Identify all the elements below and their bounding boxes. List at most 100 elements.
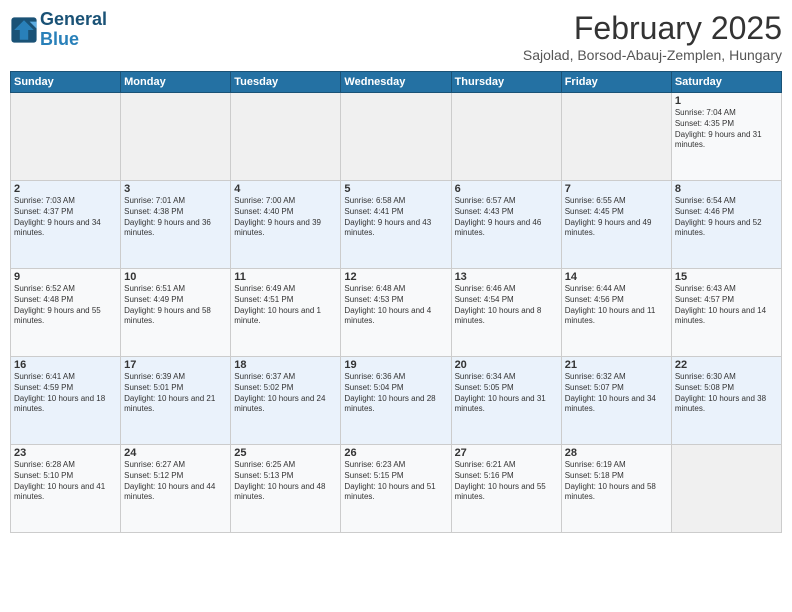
week-row: 16Sunrise: 6:41 AM Sunset: 4:59 PM Dayli… (11, 357, 782, 445)
day-number: 14 (565, 271, 668, 283)
day-info: Sunrise: 6:37 AM Sunset: 5:02 PM Dayligh… (234, 372, 337, 415)
week-row: 23Sunrise: 6:28 AM Sunset: 5:10 PM Dayli… (11, 445, 782, 533)
calendar-cell: 27Sunrise: 6:21 AM Sunset: 5:16 PM Dayli… (451, 445, 561, 533)
day-info: Sunrise: 6:49 AM Sunset: 4:51 PM Dayligh… (234, 284, 337, 327)
day-number: 26 (344, 447, 447, 459)
day-number: 19 (344, 359, 447, 371)
calendar-cell: 9Sunrise: 6:52 AM Sunset: 4:48 PM Daylig… (11, 269, 121, 357)
calendar-cell: 19Sunrise: 6:36 AM Sunset: 5:04 PM Dayli… (341, 357, 451, 445)
day-info: Sunrise: 6:30 AM Sunset: 5:08 PM Dayligh… (675, 372, 778, 415)
calendar-cell: 24Sunrise: 6:27 AM Sunset: 5:12 PM Dayli… (121, 445, 231, 533)
calendar-cell: 22Sunrise: 6:30 AM Sunset: 5:08 PM Dayli… (671, 357, 781, 445)
day-number: 12 (344, 271, 447, 283)
day-number: 24 (124, 447, 227, 459)
subtitle: Sajolad, Borsod-Abauj-Zemplen, Hungary (523, 47, 782, 63)
day-info: Sunrise: 6:39 AM Sunset: 5:01 PM Dayligh… (124, 372, 227, 415)
calendar-cell (341, 93, 451, 181)
calendar-cell: 5Sunrise: 6:58 AM Sunset: 4:41 PM Daylig… (341, 181, 451, 269)
day-info: Sunrise: 6:27 AM Sunset: 5:12 PM Dayligh… (124, 460, 227, 503)
day-number: 27 (455, 447, 558, 459)
day-number: 28 (565, 447, 668, 459)
logo-text: General Blue (40, 10, 107, 50)
calendar-cell: 11Sunrise: 6:49 AM Sunset: 4:51 PM Dayli… (231, 269, 341, 357)
day-info: Sunrise: 6:21 AM Sunset: 5:16 PM Dayligh… (455, 460, 558, 503)
title-block: February 2025 Sajolad, Borsod-Abauj-Zemp… (523, 10, 782, 63)
calendar-cell: 26Sunrise: 6:23 AM Sunset: 5:15 PM Dayli… (341, 445, 451, 533)
calendar-cell: 8Sunrise: 6:54 AM Sunset: 4:46 PM Daylig… (671, 181, 781, 269)
calendar-cell: 12Sunrise: 6:48 AM Sunset: 4:53 PM Dayli… (341, 269, 451, 357)
day-number: 8 (675, 183, 778, 195)
day-number: 3 (124, 183, 227, 195)
day-number: 6 (455, 183, 558, 195)
day-number: 20 (455, 359, 558, 371)
day-info: Sunrise: 6:46 AM Sunset: 4:54 PM Dayligh… (455, 284, 558, 327)
day-number: 2 (14, 183, 117, 195)
day-number: 21 (565, 359, 668, 371)
day-info: Sunrise: 6:28 AM Sunset: 5:10 PM Dayligh… (14, 460, 117, 503)
day-info: Sunrise: 6:54 AM Sunset: 4:46 PM Dayligh… (675, 196, 778, 239)
weekday-header: Thursday (451, 72, 561, 93)
day-number: 22 (675, 359, 778, 371)
day-info: Sunrise: 7:00 AM Sunset: 4:40 PM Dayligh… (234, 196, 337, 239)
day-info: Sunrise: 6:57 AM Sunset: 4:43 PM Dayligh… (455, 196, 558, 239)
calendar-cell: 25Sunrise: 6:25 AM Sunset: 5:13 PM Dayli… (231, 445, 341, 533)
calendar-cell (561, 93, 671, 181)
day-number: 13 (455, 271, 558, 283)
weekday-header-row: SundayMondayTuesdayWednesdayThursdayFrid… (11, 72, 782, 93)
day-info: Sunrise: 6:55 AM Sunset: 4:45 PM Dayligh… (565, 196, 668, 239)
day-info: Sunrise: 6:32 AM Sunset: 5:07 PM Dayligh… (565, 372, 668, 415)
calendar-cell: 23Sunrise: 6:28 AM Sunset: 5:10 PM Dayli… (11, 445, 121, 533)
day-info: Sunrise: 7:03 AM Sunset: 4:37 PM Dayligh… (14, 196, 117, 239)
calendar-cell: 17Sunrise: 6:39 AM Sunset: 5:01 PM Dayli… (121, 357, 231, 445)
page: General Blue February 2025 Sajolad, Bors… (0, 0, 792, 612)
day-info: Sunrise: 6:58 AM Sunset: 4:41 PM Dayligh… (344, 196, 447, 239)
calendar-cell: 14Sunrise: 6:44 AM Sunset: 4:56 PM Dayli… (561, 269, 671, 357)
day-info: Sunrise: 6:51 AM Sunset: 4:49 PM Dayligh… (124, 284, 227, 327)
day-number: 25 (234, 447, 337, 459)
day-info: Sunrise: 6:43 AM Sunset: 4:57 PM Dayligh… (675, 284, 778, 327)
calendar-cell: 3Sunrise: 7:01 AM Sunset: 4:38 PM Daylig… (121, 181, 231, 269)
calendar: SundayMondayTuesdayWednesdayThursdayFrid… (10, 71, 782, 533)
day-info: Sunrise: 7:04 AM Sunset: 4:35 PM Dayligh… (675, 108, 778, 151)
day-info: Sunrise: 6:34 AM Sunset: 5:05 PM Dayligh… (455, 372, 558, 415)
weekday-header: Sunday (11, 72, 121, 93)
day-number: 23 (14, 447, 117, 459)
header: General Blue February 2025 Sajolad, Bors… (10, 10, 782, 63)
day-info: Sunrise: 7:01 AM Sunset: 4:38 PM Dayligh… (124, 196, 227, 239)
weekday-header: Tuesday (231, 72, 341, 93)
day-number: 10 (124, 271, 227, 283)
calendar-cell: 2Sunrise: 7:03 AM Sunset: 4:37 PM Daylig… (11, 181, 121, 269)
calendar-cell: 18Sunrise: 6:37 AM Sunset: 5:02 PM Dayli… (231, 357, 341, 445)
calendar-cell (671, 445, 781, 533)
calendar-cell: 20Sunrise: 6:34 AM Sunset: 5:05 PM Dayli… (451, 357, 561, 445)
day-number: 1 (675, 95, 778, 107)
main-title: February 2025 (523, 10, 782, 47)
day-info: Sunrise: 6:48 AM Sunset: 4:53 PM Dayligh… (344, 284, 447, 327)
day-number: 18 (234, 359, 337, 371)
calendar-cell: 21Sunrise: 6:32 AM Sunset: 5:07 PM Dayli… (561, 357, 671, 445)
calendar-cell (121, 93, 231, 181)
calendar-cell: 15Sunrise: 6:43 AM Sunset: 4:57 PM Dayli… (671, 269, 781, 357)
calendar-cell: 7Sunrise: 6:55 AM Sunset: 4:45 PM Daylig… (561, 181, 671, 269)
calendar-cell: 4Sunrise: 7:00 AM Sunset: 4:40 PM Daylig… (231, 181, 341, 269)
day-info: Sunrise: 6:41 AM Sunset: 4:59 PM Dayligh… (14, 372, 117, 415)
calendar-cell: 28Sunrise: 6:19 AM Sunset: 5:18 PM Dayli… (561, 445, 671, 533)
logo: General Blue (10, 10, 107, 50)
day-info: Sunrise: 6:36 AM Sunset: 5:04 PM Dayligh… (344, 372, 447, 415)
calendar-cell: 6Sunrise: 6:57 AM Sunset: 4:43 PM Daylig… (451, 181, 561, 269)
week-row: 2Sunrise: 7:03 AM Sunset: 4:37 PM Daylig… (11, 181, 782, 269)
day-number: 15 (675, 271, 778, 283)
calendar-cell: 13Sunrise: 6:46 AM Sunset: 4:54 PM Dayli… (451, 269, 561, 357)
day-info: Sunrise: 6:25 AM Sunset: 5:13 PM Dayligh… (234, 460, 337, 503)
weekday-header: Friday (561, 72, 671, 93)
day-info: Sunrise: 6:19 AM Sunset: 5:18 PM Dayligh… (565, 460, 668, 503)
calendar-cell (451, 93, 561, 181)
day-info: Sunrise: 6:52 AM Sunset: 4:48 PM Dayligh… (14, 284, 117, 327)
weekday-header: Saturday (671, 72, 781, 93)
calendar-cell: 1Sunrise: 7:04 AM Sunset: 4:35 PM Daylig… (671, 93, 781, 181)
day-number: 17 (124, 359, 227, 371)
calendar-cell (11, 93, 121, 181)
weekday-header: Monday (121, 72, 231, 93)
day-info: Sunrise: 6:44 AM Sunset: 4:56 PM Dayligh… (565, 284, 668, 327)
calendar-cell (231, 93, 341, 181)
